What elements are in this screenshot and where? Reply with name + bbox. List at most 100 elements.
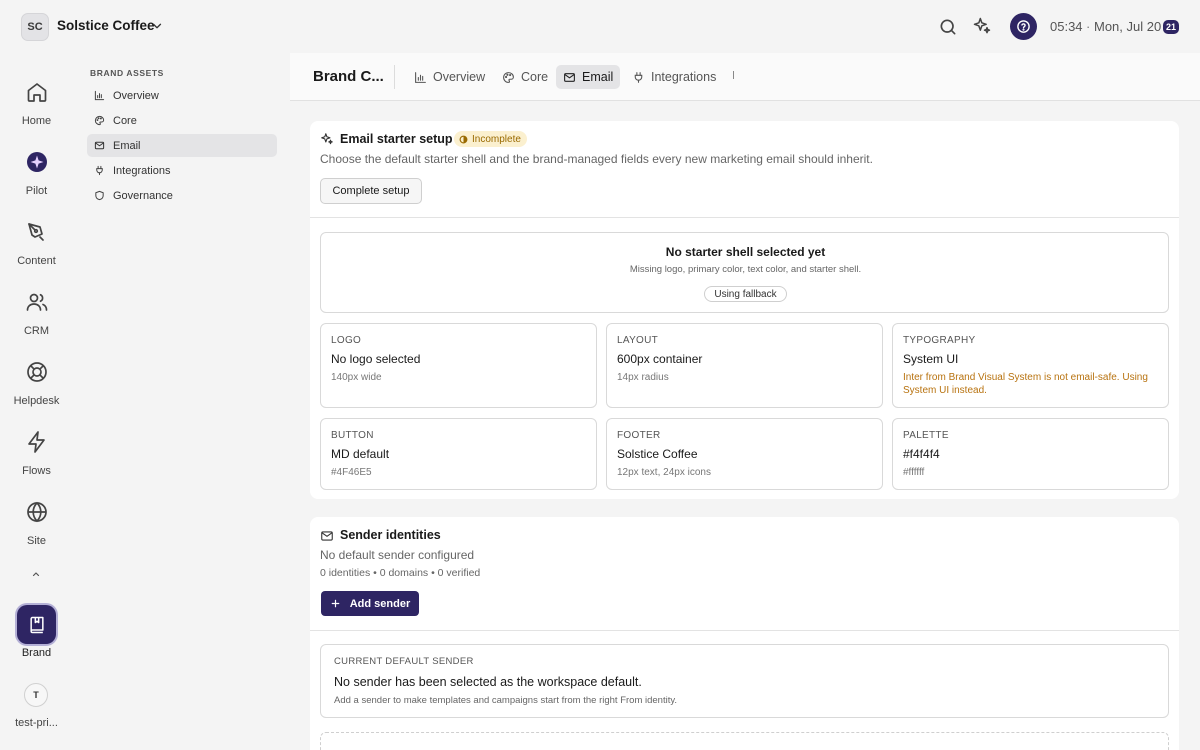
- default-sender-label: CURRENT DEFAULT SENDER: [334, 656, 474, 667]
- tile-meta: #4F46E5: [331, 467, 372, 478]
- divider: [310, 217, 1179, 218]
- chevron-down-icon[interactable]: [150, 19, 164, 33]
- subnav-item-core[interactable]: Core: [87, 109, 277, 132]
- rail-item-crm[interactable]: CRM: [0, 290, 73, 337]
- tab-label-overview: Overview: [433, 70, 486, 84]
- sender-identities-card: Sender identities No default sender conf…: [310, 517, 1179, 750]
- tile-value: Solstice Coffee: [617, 447, 698, 461]
- sender-counts: 0 identities • 0 domains • 0 verified: [320, 567, 481, 579]
- main-header: Brand C... Overview Core Email Integrati…: [290, 53, 1200, 101]
- rail-item-content[interactable]: Content: [0, 220, 73, 267]
- subnav-label-governance: Governance: [113, 189, 173, 202]
- rail-item-home[interactable]: Home: [0, 80, 73, 127]
- tab-email[interactable]: Email: [556, 65, 621, 89]
- starter-shell-panel: No starter shell selected yet Missing lo…: [320, 232, 1169, 313]
- top-bar: SC Solstice Coffee 05:34 · Mon, Jul 20 2…: [0, 0, 1200, 53]
- tile-meta: #ffffff: [903, 467, 925, 478]
- status-badge-label: Incomplete: [472, 133, 521, 145]
- pilot-icon: [26, 152, 47, 172]
- subnav-label-overview: Overview: [113, 89, 159, 102]
- home-icon: [27, 83, 46, 102]
- chart-icon: [94, 90, 105, 101]
- rail-item-flows[interactable]: Flows: [0, 430, 73, 477]
- chart-icon: [415, 71, 426, 83]
- tile-label: BUTTON: [331, 430, 374, 441]
- pen-icon: [27, 223, 44, 241]
- chevron-up-icon[interactable]: [30, 568, 42, 580]
- layout-tile[interactable]: LAYOUT 600px container 14px radius: [606, 323, 883, 408]
- tab-overview[interactable]: Overview: [407, 65, 492, 89]
- rail-label-content: Content: [17, 255, 56, 267]
- default-sender-panel: CURRENT DEFAULT SENDER No sender has bee…: [320, 644, 1169, 718]
- clock-time: 05:34: [1050, 19, 1083, 34]
- workspace-avatar[interactable]: SC: [21, 13, 49, 41]
- footer-tile[interactable]: FOOTER Solstice Coffee 12px text, 24px i…: [606, 418, 883, 490]
- book-icon: [29, 616, 44, 633]
- tile-value: 600px container: [617, 352, 703, 366]
- typography-tile[interactable]: TYPOGRAPHY System UI Inter from Brand Vi…: [892, 323, 1169, 408]
- rail-item-brand[interactable]: [17, 605, 56, 644]
- email-starter-card: Email starter setup Incomplete Choose th…: [310, 121, 1179, 499]
- shell-subtitle: Missing logo, primary color, text color,…: [629, 264, 862, 275]
- rail-label-site: Site: [27, 535, 46, 547]
- rail-item-pilot[interactable]: Pilot: [0, 150, 73, 197]
- subnav-item-email[interactable]: Email: [87, 134, 277, 157]
- default-sender-subtitle: Add a sender to make templates and campa…: [334, 695, 678, 706]
- rail-item-helpdesk[interactable]: Helpdesk: [0, 360, 73, 407]
- button-tile[interactable]: BUTTON MD default #4F46E5: [320, 418, 597, 490]
- add-sender-button[interactable]: Add sender: [321, 591, 419, 616]
- tab-label-integrations: Integrations: [651, 70, 717, 84]
- sender-description: No default sender configured: [320, 548, 475, 562]
- rail-label-crm: CRM: [23, 325, 50, 337]
- tile-meta: 14px radius: [617, 372, 669, 383]
- logo-tile[interactable]: LOGO No logo selected 140px wide: [320, 323, 597, 408]
- subnav-label-integrations: Integrations: [113, 164, 171, 177]
- plug-icon: [96, 165, 103, 176]
- plus-icon: [331, 599, 340, 608]
- help-icon: [1017, 20, 1030, 33]
- tab-core[interactable]: Core: [495, 65, 555, 89]
- help-button[interactable]: [1010, 13, 1037, 40]
- search-icon[interactable]: [938, 17, 958, 37]
- status-badge: Incomplete: [454, 131, 527, 147]
- rail-item-site[interactable]: Site: [0, 500, 73, 547]
- plug-icon: [634, 71, 643, 83]
- title-divider: [394, 65, 395, 89]
- tile-label: LAYOUT: [617, 335, 659, 346]
- user-avatar[interactable]: T: [24, 683, 48, 707]
- globe-icon: [26, 501, 47, 523]
- mail-icon: [94, 141, 105, 150]
- tile-label: TYPOGRAPHY: [903, 335, 976, 346]
- tile-value: System UI: [903, 352, 959, 366]
- fallback-pill: Using fallback: [704, 286, 787, 302]
- subnav-label-core: Core: [113, 114, 137, 127]
- mail-icon: [321, 531, 333, 541]
- palette-tile[interactable]: PALETTE #f4f4f4 #ffffff: [892, 418, 1169, 490]
- bolt-icon: [27, 431, 45, 453]
- calendar-badge[interactable]: 21: [1163, 20, 1180, 34]
- subnav-item-overview[interactable]: Overview: [87, 84, 277, 107]
- lifebuoy-icon: [26, 362, 47, 382]
- tab-integrations[interactable]: Integrations: [625, 65, 723, 89]
- palette-icon: [503, 71, 514, 83]
- workspace-name[interactable]: Solstice Coffee: [57, 18, 155, 33]
- tab-label-email: Email: [582, 70, 614, 84]
- shell-title: No starter shell selected yet: [665, 245, 826, 259]
- clock-date: Mon, Jul 20: [1094, 19, 1162, 34]
- sparkle-icon[interactable]: [972, 16, 992, 36]
- rail-label-flows: Flows: [22, 465, 51, 477]
- setup-description: Choose the default starter shell and the…: [320, 152, 873, 166]
- user-label[interactable]: test-pri...: [0, 717, 73, 729]
- tile-label: LOGO: [331, 335, 362, 346]
- subnav-item-integrations[interactable]: Integrations: [87, 159, 277, 182]
- tile-label: FOOTER: [617, 430, 661, 441]
- complete-setup-button[interactable]: Complete setup: [320, 178, 422, 204]
- subnav-item-governance[interactable]: Governance: [87, 184, 277, 207]
- palette-icon: [94, 115, 105, 126]
- tile-warning: Inter from Brand Visual System is not em…: [903, 372, 1148, 396]
- page-title: Brand C...: [313, 68, 383, 85]
- divider: [310, 630, 1179, 631]
- users-icon: [26, 293, 47, 311]
- tile-label: PALETTE: [903, 430, 949, 441]
- clock-separator: ·: [1086, 19, 1091, 34]
